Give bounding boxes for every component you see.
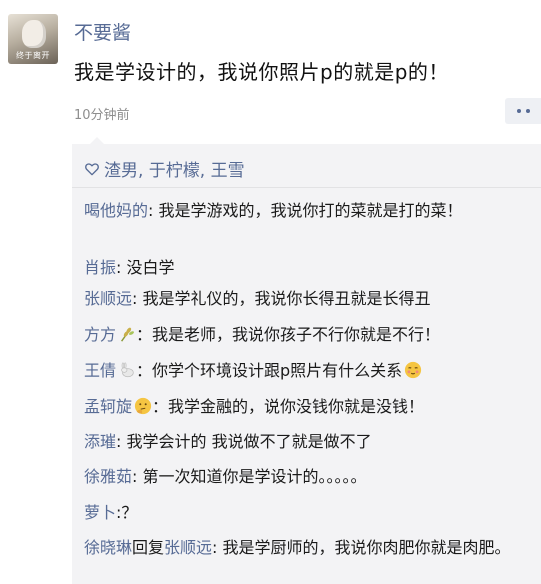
post-content: 我是学设计的，我说你照片p的就是p的！ xyxy=(74,60,449,84)
comment-author[interactable]: 肖振 xyxy=(84,258,116,277)
more-dots-icon xyxy=(526,109,530,113)
comment-item[interactable]: 王倩 ：你学个环境设计跟p照片有什么关系 xyxy=(84,358,524,383)
comment-text: : 我是学厨师的，我说你肉肥你就是肉肥。 xyxy=(212,538,511,557)
thinking-face-emoji-icon xyxy=(134,397,152,415)
comment-item[interactable]: 孟轲旋 ：我学金融的，说你没钱你就是没钱！ xyxy=(84,394,524,419)
reply-word: 回复 xyxy=(132,538,165,557)
comment-item[interactable]: 萝卜:？ xyxy=(84,500,524,525)
moments-post: 终于离开 不要酱 我是学设计的，我说你照片p的就是p的！ 10分钟前 渣男, 于… xyxy=(0,0,541,584)
reply-target[interactable]: 张顺远 xyxy=(164,538,212,557)
comment-text: : 我学会计的 我说做不了就是做不了 xyxy=(116,432,372,451)
comment-text: : 我是学礼仪的，我说你长得丑就是长得丑 xyxy=(132,289,431,308)
rabbit-emoji-icon xyxy=(121,362,134,378)
comment-item[interactable]: 徐晓琳回复张顺远: 我是学厨师的，我说你肉肥你就是肉肥。 xyxy=(84,535,524,560)
post-time: 10分钟前 xyxy=(74,108,130,123)
avatar-caption: 终于离开 xyxy=(16,51,50,60)
avatar-photo xyxy=(22,20,46,48)
comment-item[interactable]: 喝他妈的: 我是学游戏的，我说你打的菜就是打的菜！ xyxy=(84,198,524,223)
comment-author[interactable]: 喝他妈的 xyxy=(84,201,148,220)
comment-author[interactable]: 方方 xyxy=(84,325,116,344)
blushing-face-emoji-icon xyxy=(405,361,422,379)
comment-item[interactable]: 徐雅茹: 第一次知道你是学设计的。。。。。 xyxy=(84,464,524,489)
comment-text: ：我是老师，我说你孩子不行你就是不行！ xyxy=(136,325,441,344)
comment-author[interactable]: 添璀 xyxy=(84,432,116,451)
comment-author[interactable]: 张顺远 xyxy=(84,289,132,308)
post-author-name[interactable]: 不要酱 xyxy=(74,18,131,45)
divider xyxy=(72,187,541,188)
comment-author[interactable]: 孟轲旋 xyxy=(84,397,132,416)
heart-outline-icon xyxy=(85,162,99,175)
likes-names[interactable]: 渣男, 于柠檬, 王雪 xyxy=(104,156,245,181)
more-dots-icon xyxy=(517,109,521,113)
comment-text: ：你学个环境设计跟p照片有什么关系 xyxy=(136,361,403,380)
comment-item[interactable]: 肖振: 没白学 xyxy=(84,255,524,280)
more-actions-button[interactable] xyxy=(505,98,541,124)
comment-author[interactable]: 徐晓琳 xyxy=(84,538,132,557)
wheat-emoji-icon xyxy=(121,327,134,342)
comment-item[interactable]: 添璀: 我学会计的 我说做不了就是做不了 xyxy=(84,429,524,454)
comments-panel: 渣男, 于柠檬, 王雪 喝他妈的: 我是学游戏的，我说你打的菜就是打的菜！ 肖振… xyxy=(72,137,541,584)
comment-item[interactable]: 张顺远: 我是学礼仪的，我说你长得丑就是长得丑 xyxy=(84,286,524,311)
comment-author[interactable]: 徐雅茹 xyxy=(84,467,132,486)
comment-item[interactable]: 方方 ：我是老师，我说你孩子不行你就是不行！ xyxy=(84,322,524,347)
comment-text: ：我学金融的，说你没钱你就是没钱！ xyxy=(152,397,425,416)
comment-text: : 第一次知道你是学设计的。。。。。 xyxy=(132,467,367,486)
avatar[interactable]: 终于离开 xyxy=(8,14,58,64)
comment-text: : 没白学 xyxy=(116,258,175,277)
comment-author[interactable]: 萝卜 xyxy=(84,503,116,522)
likes-row: 渣男, 于柠檬, 王雪 xyxy=(84,156,245,181)
comment-text: : 我是学游戏的，我说你打的菜就是打的菜！ xyxy=(148,201,463,220)
comment-text: :？ xyxy=(116,503,138,522)
comment-author[interactable]: 王倩 xyxy=(84,361,116,380)
